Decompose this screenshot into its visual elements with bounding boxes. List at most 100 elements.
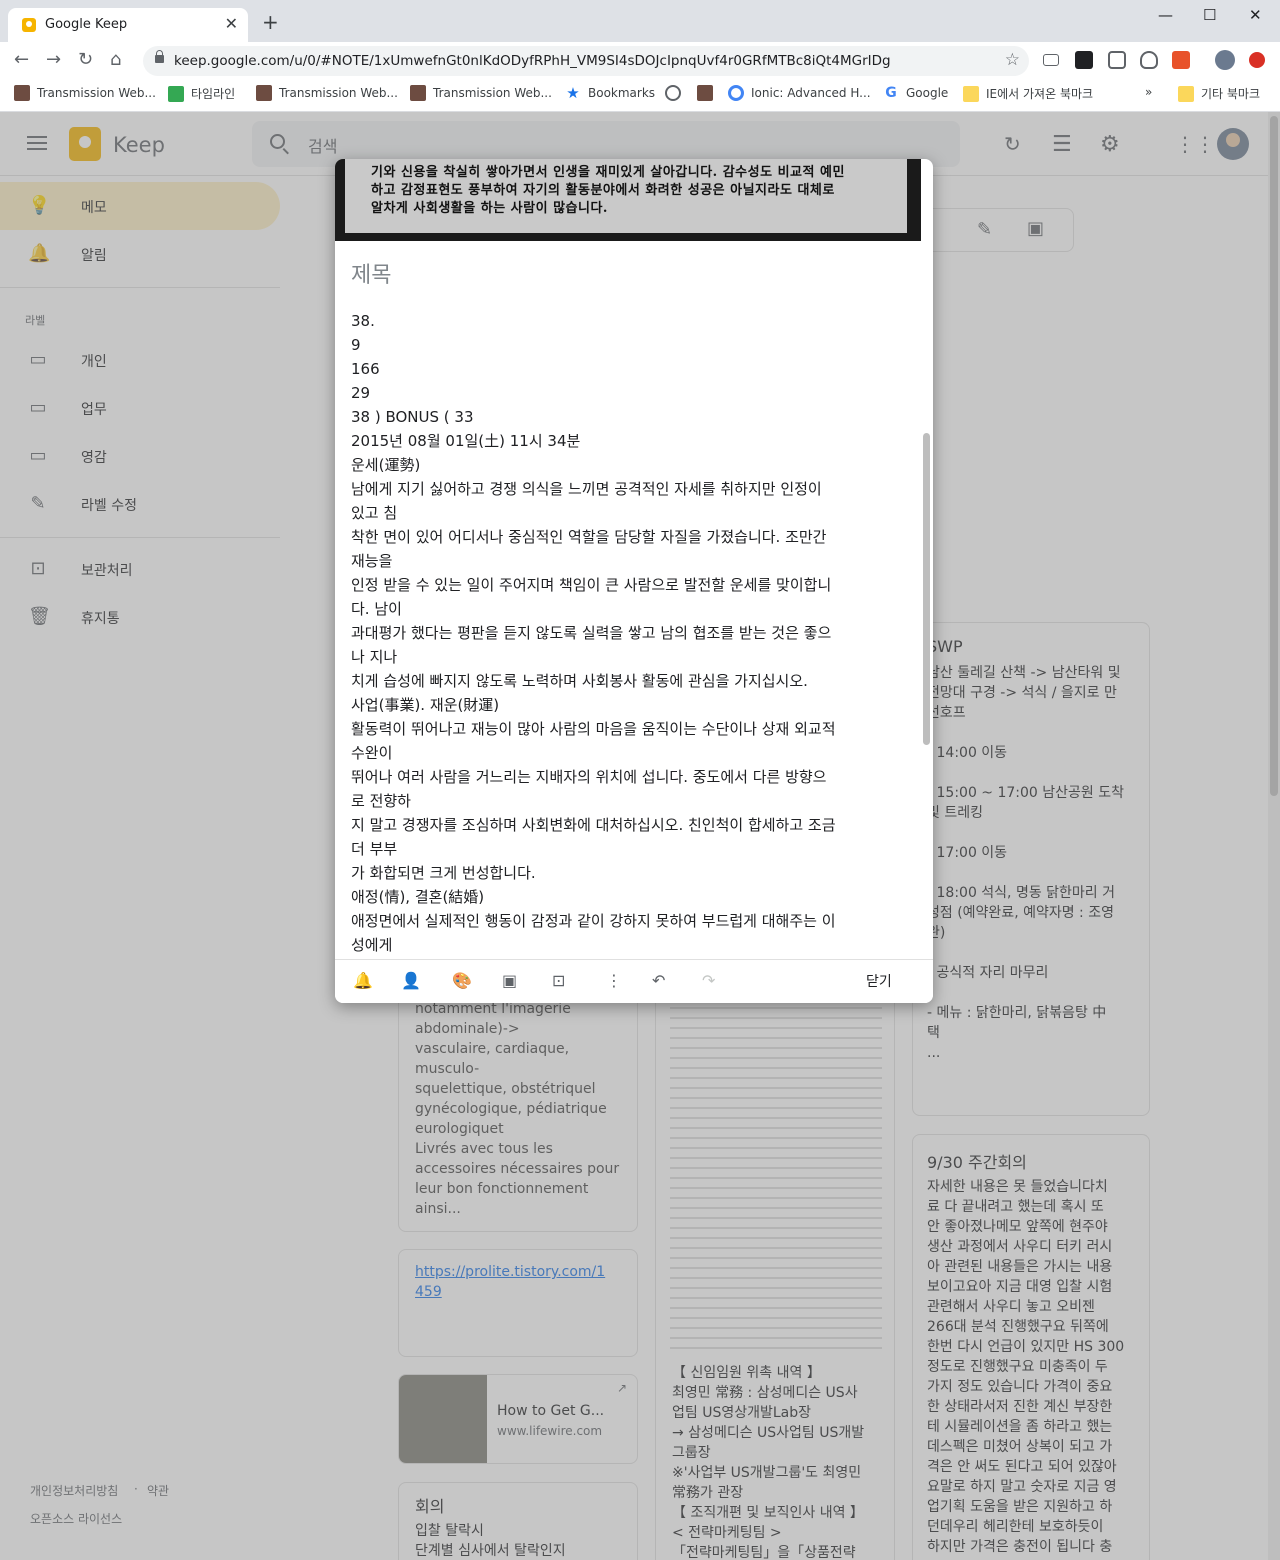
address-bar[interactable]: keep.google.com/u/0/#NOTE/1xUmwefnGt0nlK… (143, 46, 1029, 76)
pocket-extension-icon[interactable] (1140, 51, 1158, 69)
star-bookmark-icon: ★ (566, 84, 580, 102)
url-text: keep.google.com/u/0/#NOTE/1xUmwefnGt0nlK… (174, 53, 891, 69)
bookmark-item[interactable]: Transmission Web... (14, 85, 156, 101)
note-body-line: 로 전향하 (351, 792, 411, 810)
note-attached-image[interactable]: 기와 신용을 착실히 쌓아가면서 인생을 재미있게 살아갑니다. 감수성도 비교… (335, 159, 921, 241)
chrome-update-icon[interactable] (1249, 52, 1265, 68)
note-body-line: 애정면에서 실제적인 행동이 감정과 같이 강하지 못하여 부드럽게 대해주는 … (351, 912, 836, 930)
keep-favicon-icon (22, 18, 36, 32)
note-body-line: 38. (351, 312, 375, 330)
archive-icon[interactable]: ⊡ (552, 972, 565, 990)
lock-icon[interactable] (155, 50, 164, 63)
bookmark-item[interactable]: 타임라인 (168, 85, 235, 102)
note-title-input[interactable]: 제목 (351, 257, 391, 289)
note-body-line: 활동력이 뛰어나고 재능이 많아 사람의 마음을 움직이는 수단이나 상재 외교… (351, 720, 836, 738)
window-close-icon[interactable]: ✕ (1249, 6, 1262, 24)
image-border (907, 159, 921, 241)
cast-extension-icon[interactable] (1043, 54, 1059, 66)
note-body-line: 지 말고 경쟁자를 조심하며 사회변화에 대처하십시오. 친인척이 합세하고 조… (351, 816, 836, 834)
maps-icon (168, 85, 184, 102)
image-border (335, 233, 921, 241)
add-image-icon[interactable]: ▣ (502, 972, 517, 990)
folder-icon (1178, 85, 1194, 102)
bookmark-label: Ionic: Advanced H... (751, 86, 871, 100)
note-body-line: 뛰어나 여러 사람을 거느리는 지배자의 위치에 섭니다. 중도에서 다른 방향… (351, 768, 827, 786)
note-body-line: 과대평가 했다는 평판을 듣지 않도록 실력을 쌓고 남의 협조를 받는 것은 … (351, 624, 832, 642)
circle-bookmark-icon (665, 85, 681, 101)
bookmark-item[interactable]: G Google (883, 85, 948, 101)
back-icon[interactable]: ← (14, 50, 29, 70)
ionic-icon (728, 85, 744, 101)
bookmark-item[interactable] (697, 85, 720, 101)
note-body-line: 사업(事業). 재운(財運) (351, 696, 500, 714)
note-body-text[interactable]: 38. 9 166 29 38 ) BONUS ( 33 2015년 08월 01일(土)… (351, 309, 907, 957)
extension-dark-icon[interactable] (1075, 51, 1093, 69)
forward-icon[interactable]: → (46, 50, 61, 70)
note-body-line: 애정(情), 결혼(結婚) (351, 888, 485, 906)
note-body-line: 166 (351, 360, 380, 378)
note-body-line: 수완이 (351, 744, 393, 762)
note-body-line: 가 화합되면 크게 번성합니다. (351, 864, 536, 882)
bookmark-item[interactable]: Transmission Web... (256, 85, 398, 101)
transmission-icon (697, 85, 713, 101)
new-tab-icon[interactable]: + (262, 12, 279, 32)
redo-icon[interactable]: ↷ (702, 972, 715, 990)
tab-title: Google Keep (45, 17, 128, 32)
note-body-line: 다. 남이 (351, 600, 402, 618)
bookmark-label: Transmission Web... (279, 86, 398, 100)
image-text-line: 기와 신용을 착실히 쌓아가면서 인생을 재미있게 살아갑니다. 감수성도 비교… (371, 165, 845, 180)
note-body-line: 인정 받을 수 있는 일이 주어지며 책임이 큰 사람으로 발전할 운세를 맞이… (351, 576, 832, 594)
ex-extension-icon[interactable] (1172, 51, 1190, 69)
note-body-line: 남에게 지기 싫어하고 경쟁 의식을 느끼면 공격적인 자세를 취하지만 인정이 (351, 480, 822, 498)
note-body-line: 더 부부 (351, 840, 398, 858)
note-body-line: 재능을 (351, 552, 393, 570)
note-body-line: 운세(運勢) (351, 456, 421, 474)
reload-icon[interactable]: ↻ (78, 50, 93, 70)
bookmark-label: 타임라인 (191, 87, 236, 101)
folder-icon (963, 85, 979, 102)
image-text-line: 알차게 사회생활을 하는 사람이 많습니다. (371, 201, 608, 216)
browser-tab[interactable]: Google Keep ✕ (8, 8, 248, 42)
more-options-icon[interactable]: ⋮ (606, 972, 622, 990)
close-button[interactable]: 닫기 (866, 971, 892, 991)
image-text-line: 하고 감정표현도 풍부하여 자기의 활동분야에서 화려한 성공은 아닐지라도 대… (371, 183, 835, 198)
collaborator-icon[interactable]: 👤 (401, 972, 421, 990)
note-scrollbar[interactable] (923, 433, 930, 745)
bookmark-item[interactable]: Transmission Web... (410, 85, 552, 101)
note-editor-dialog: 기와 신용을 착실히 쌓아가면서 인생을 재미있게 살아갑니다. 감수성도 비교… (335, 159, 933, 1003)
profile-avatar-icon[interactable] (1215, 50, 1235, 70)
note-body-line: 2015년 08월 01일(土) 11시 34분 (351, 432, 581, 450)
bookmark-item[interactable]: Ionic: Advanced H... (728, 85, 871, 101)
note-body-line: 9 (351, 336, 361, 354)
bookmark-label: IE에서 가져온 북마크 (986, 87, 1094, 101)
bookmark-label: Transmission Web... (433, 86, 552, 100)
bookmark-label: Google (906, 86, 949, 100)
bookmark-item[interactable]: ★ Bookmarks (565, 85, 655, 101)
bookmark-label: 기타 북마크 (1201, 87, 1261, 101)
transmission-icon (14, 85, 30, 101)
tab-close-icon[interactable]: ✕ (225, 14, 238, 33)
bookmark-item[interactable] (665, 85, 688, 101)
bookmarks-overflow[interactable]: » (1145, 85, 1152, 99)
note-body-line: 29 (351, 384, 371, 402)
bookmark-label: Bookmarks (588, 86, 656, 100)
undo-icon[interactable]: ↶ (652, 972, 665, 990)
note-body-line: 나 지나 (351, 648, 398, 666)
note-toolbar: 🔔 👤 🎨 ▣ ⊡ ⋮ ↶ ↷ 닫기 (335, 959, 933, 1003)
transmission-icon (256, 85, 272, 101)
transmission-icon (410, 85, 426, 101)
note-body-line: 착한 면이 있어 어디서나 중심적인 역할을 담당할 자질을 가졌습니다. 조만… (351, 528, 827, 546)
palette-icon[interactable]: 🎨 (452, 972, 472, 990)
minimize-icon[interactable]: — (1158, 6, 1173, 24)
bookmark-label: Transmission Web... (37, 86, 156, 100)
bookmark-folder[interactable]: IE에서 가져온 북마크 (963, 85, 1093, 102)
note-body-line: 치게 습성에 빠지지 않도록 노력하며 사회봉사 활동에 관심을 가지십시오. (351, 672, 808, 690)
home-icon[interactable]: ⌂ (110, 50, 121, 70)
bookmark-star-icon[interactable]: ☆ (1005, 50, 1020, 70)
bookmark-folder[interactable]: 기타 북마크 (1178, 85, 1260, 102)
note-body-line: 있고 침 (351, 504, 398, 522)
extension-shield-icon[interactable] (1108, 51, 1126, 69)
remind-me-icon[interactable]: 🔔 (353, 972, 373, 990)
maximize-icon[interactable]: ☐ (1203, 6, 1216, 24)
tab-strip: Google Keep ✕ + — ☐ ✕ (0, 0, 1280, 42)
